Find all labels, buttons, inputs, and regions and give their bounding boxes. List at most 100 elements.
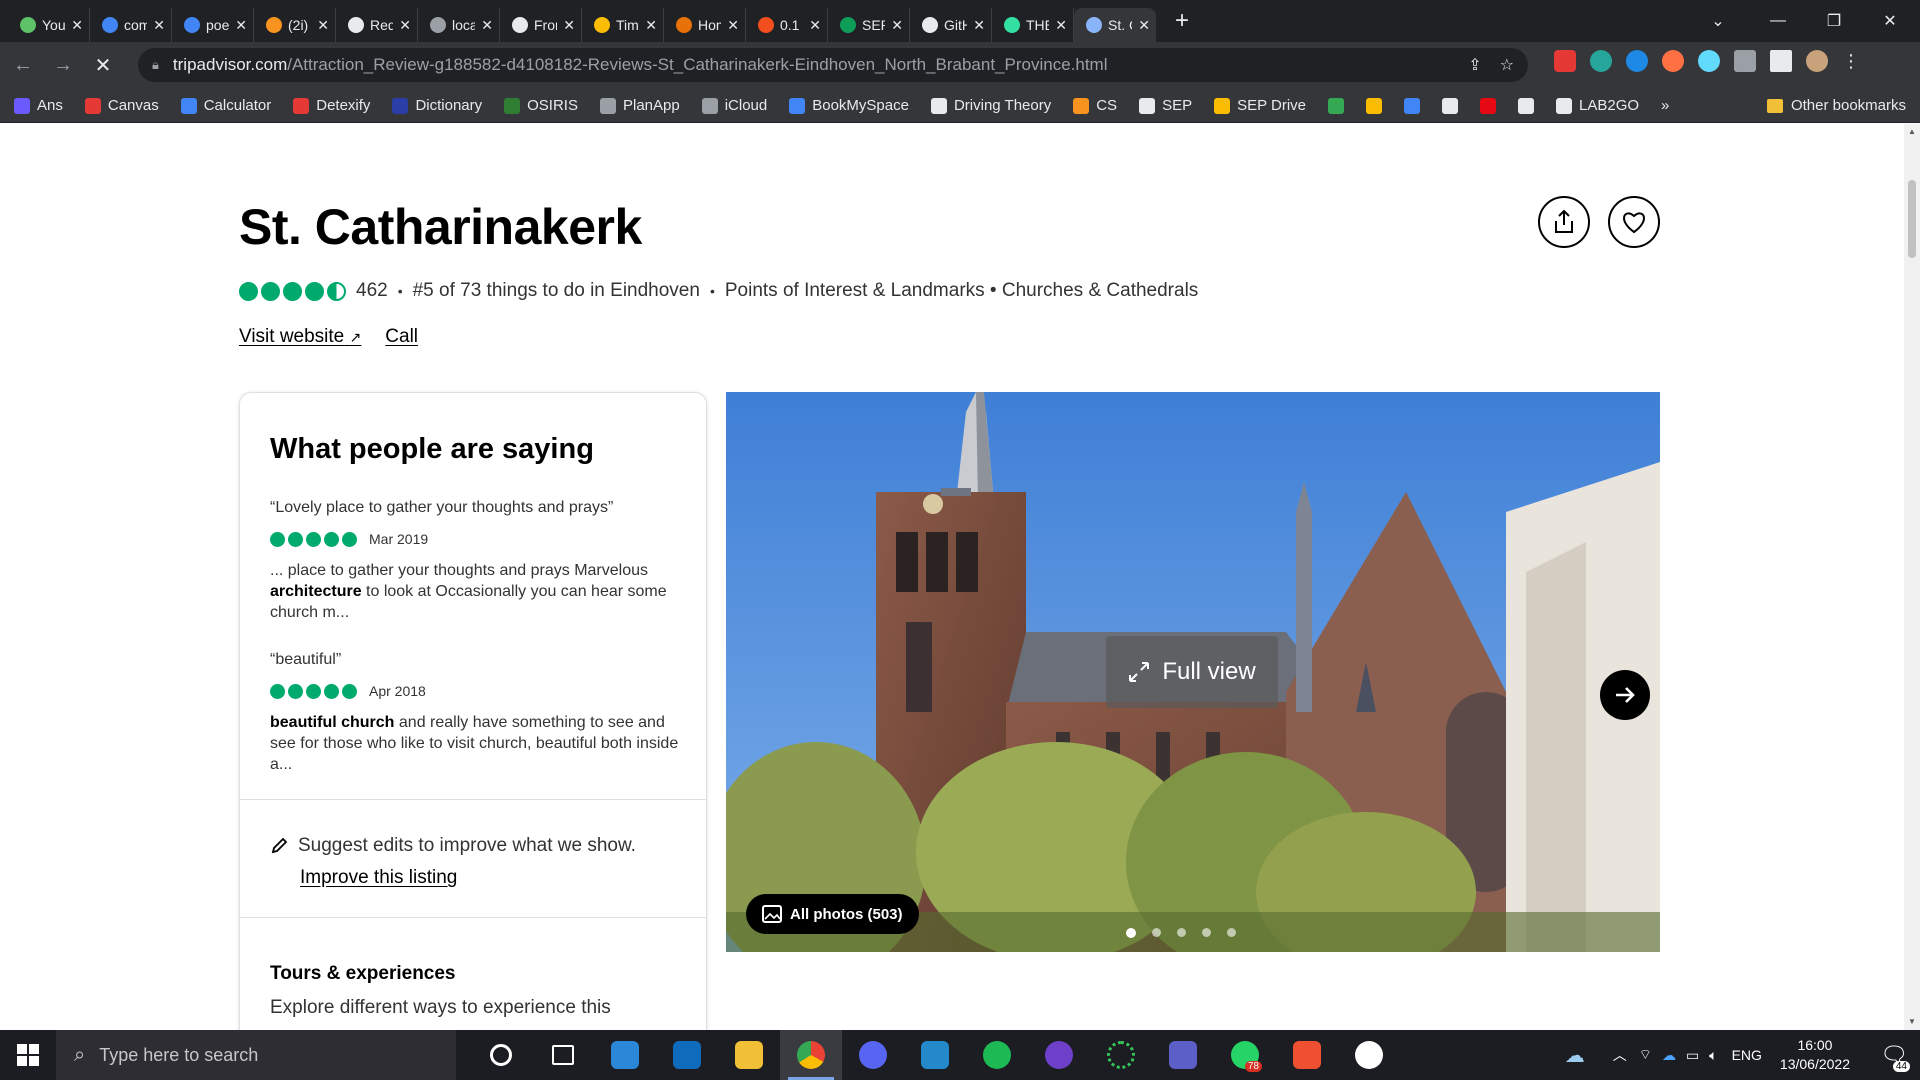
git-tool-icon[interactable] (1276, 1030, 1338, 1080)
extension-face-icon[interactable] (1662, 50, 1684, 72)
outlook-icon[interactable] (656, 1030, 718, 1080)
extensions-puzzle-icon[interactable] (1734, 50, 1756, 72)
taskbar-search-box[interactable]: ⌕ Type here to search (56, 1030, 456, 1080)
full-view-button[interactable]: Full view (1106, 636, 1278, 708)
review-quote[interactable]: “Lovely place to gather your thoughts an… (270, 499, 613, 517)
bookmark-item[interactable]: BookMySpace (789, 97, 909, 114)
speaker-icon[interactable]: 🔈︎ (1709, 1047, 1717, 1064)
browser-tab[interactable]: SEP_ ✕ (828, 8, 910, 42)
pagination-dot[interactable] (1177, 928, 1186, 937)
browser-tab[interactable]: Hom ✕ (664, 8, 746, 42)
categories-text[interactable]: Points of Interest & Landmarks • Churche… (725, 280, 1198, 302)
share-icon[interactable]: ⇪ (1468, 55, 1481, 75)
tab-close-icon[interactable]: ✕ (727, 17, 739, 34)
bookmark-item[interactable]: Driving Theory (930, 97, 1051, 114)
browser-tab[interactable]: poet ✕ (172, 8, 254, 42)
clock[interactable]: 16:00 13/06/2022 (1780, 1036, 1850, 1074)
language-indicator[interactable]: ENG (1732, 1047, 1762, 1063)
address-bar[interactable]: 🔒︎ tripadvisor.com/Attraction_Review-g18… (138, 48, 1528, 82)
bookmark-item[interactable]: PlanApp (599, 97, 680, 114)
browser-tab[interactable]: GitH ✕ (910, 8, 992, 42)
share-button[interactable] (1538, 196, 1590, 248)
tab-close-icon[interactable]: ✕ (235, 17, 247, 34)
browser-tab[interactable]: Time ✕ (582, 8, 664, 42)
next-photo-button[interactable] (1600, 670, 1650, 720)
browser-tab[interactable]: 0.1 U ✕ (746, 8, 828, 42)
new-tab-button[interactable]: + (1166, 7, 1198, 35)
profile-avatar[interactable] (1806, 50, 1828, 72)
forward-icon[interactable]: → (46, 49, 80, 83)
chrome-icon[interactable] (780, 1030, 842, 1080)
vscode-icon[interactable] (904, 1030, 966, 1080)
onedrive-cloud-icon[interactable]: ☁ (1565, 1043, 1585, 1068)
onedrive-icon[interactable]: ☁ (1662, 1047, 1676, 1064)
review-snippet[interactable]: beautiful church and really have somethi… (270, 712, 690, 775)
teams-icon[interactable] (1152, 1030, 1214, 1080)
bookmark-item[interactable] (1442, 97, 1458, 114)
loading-app-icon[interactable] (1090, 1030, 1152, 1080)
tab-close-icon[interactable]: ✕ (153, 17, 165, 34)
browser-tab[interactable]: local ✕ (418, 8, 500, 42)
minimize-button[interactable]: — (1750, 0, 1806, 42)
bookmark-item[interactable] (1366, 97, 1382, 114)
pagination-dot[interactable] (1227, 928, 1236, 937)
side-panel-icon[interactable] (1770, 50, 1792, 72)
more-bookmarks-button[interactable]: » (1661, 97, 1669, 114)
github-desktop-icon[interactable] (1028, 1030, 1090, 1080)
browser-tab[interactable]: Your ✕ (8, 8, 90, 42)
battery-icon[interactable]: ▭ (1686, 1047, 1699, 1064)
notifications-button[interactable]: 🗨︎ 44 (1868, 1030, 1920, 1080)
stop-loading-icon[interactable]: ✕ (86, 49, 120, 83)
wifi-icon[interactable]: ⌔ (1639, 1046, 1652, 1064)
browser-tab[interactable]: St. C ✕ (1074, 8, 1156, 42)
tab-close-icon[interactable]: ✕ (481, 17, 493, 34)
bookmark-item[interactable] (1480, 97, 1496, 114)
tab-close-icon[interactable]: ✕ (563, 17, 575, 34)
improve-listing-link[interactable]: Improve this listing (300, 867, 457, 889)
cortana-icon[interactable] (470, 1030, 532, 1080)
bookmark-star-icon[interactable]: ☆ (1500, 55, 1514, 75)
scroll-down-arrow-icon[interactable]: ▼ (1904, 1014, 1920, 1030)
extension-tp-icon[interactable] (1554, 50, 1576, 72)
ranking-link[interactable]: #5 of 73 things to do in Eindhoven (413, 280, 700, 302)
bookmark-item[interactable] (1404, 97, 1420, 114)
pagination-dot-active[interactable] (1126, 928, 1136, 938)
browser-tab[interactable]: Front ✕ (500, 8, 582, 42)
browser-tab[interactable]: (2i) C ✕ (254, 8, 336, 42)
tab-close-icon[interactable]: ✕ (71, 17, 83, 34)
tab-close-icon[interactable]: ✕ (973, 17, 985, 34)
tab-search-icon[interactable]: ⌄ (1690, 0, 1746, 42)
bookmark-item[interactable]: SEP Drive (1214, 97, 1306, 114)
tab-close-icon[interactable]: ✕ (891, 17, 903, 34)
browser-tab[interactable]: comp ✕ (90, 8, 172, 42)
scrollbar-thumb[interactable] (1908, 180, 1916, 258)
scroll-up-arrow-icon[interactable]: ▲ (1904, 124, 1920, 140)
extension-react-icon[interactable] (1698, 50, 1720, 72)
tray-chevron-icon[interactable]: ︿ (1613, 1045, 1627, 1065)
bookmark-item[interactable]: Calculator (180, 97, 271, 114)
bookmark-item[interactable]: Ans (14, 97, 63, 114)
browser-tab[interactable]: THE ✕ (992, 8, 1074, 42)
whatsapp-icon[interactable]: 78 (1214, 1030, 1276, 1080)
visit-website-link[interactable]: Visit website ↗ (239, 326, 361, 348)
calendar-app-icon[interactable] (594, 1030, 656, 1080)
restore-button[interactable]: ❐ (1806, 0, 1862, 42)
bookmark-item[interactable] (1328, 97, 1344, 114)
bookmark-item[interactable]: Detexify (293, 97, 370, 114)
menu-kebab-icon[interactable]: ⋮ (1842, 51, 1860, 72)
extension-translate-icon[interactable] (1626, 50, 1648, 72)
tab-close-icon[interactable]: ✕ (645, 17, 657, 34)
app-icon[interactable] (1338, 1030, 1400, 1080)
start-button[interactable] (0, 1030, 56, 1080)
bookmark-item[interactable] (1518, 97, 1534, 114)
lock-icon[interactable]: 🔒︎ (152, 57, 159, 73)
other-bookmarks-folder[interactable]: Other bookmarks (1766, 97, 1906, 114)
spotify-icon[interactable] (966, 1030, 1028, 1080)
all-photos-button[interactable]: All photos (503) (746, 894, 919, 934)
save-heart-button[interactable] (1608, 196, 1660, 248)
pagination-dot[interactable] (1152, 928, 1161, 937)
close-window-button[interactable]: ✕ (1862, 0, 1918, 42)
review-count[interactable]: 462 (356, 280, 388, 302)
discord-icon[interactable] (842, 1030, 904, 1080)
page-scrollbar[interactable]: ▲ ▼ (1904, 124, 1920, 1030)
